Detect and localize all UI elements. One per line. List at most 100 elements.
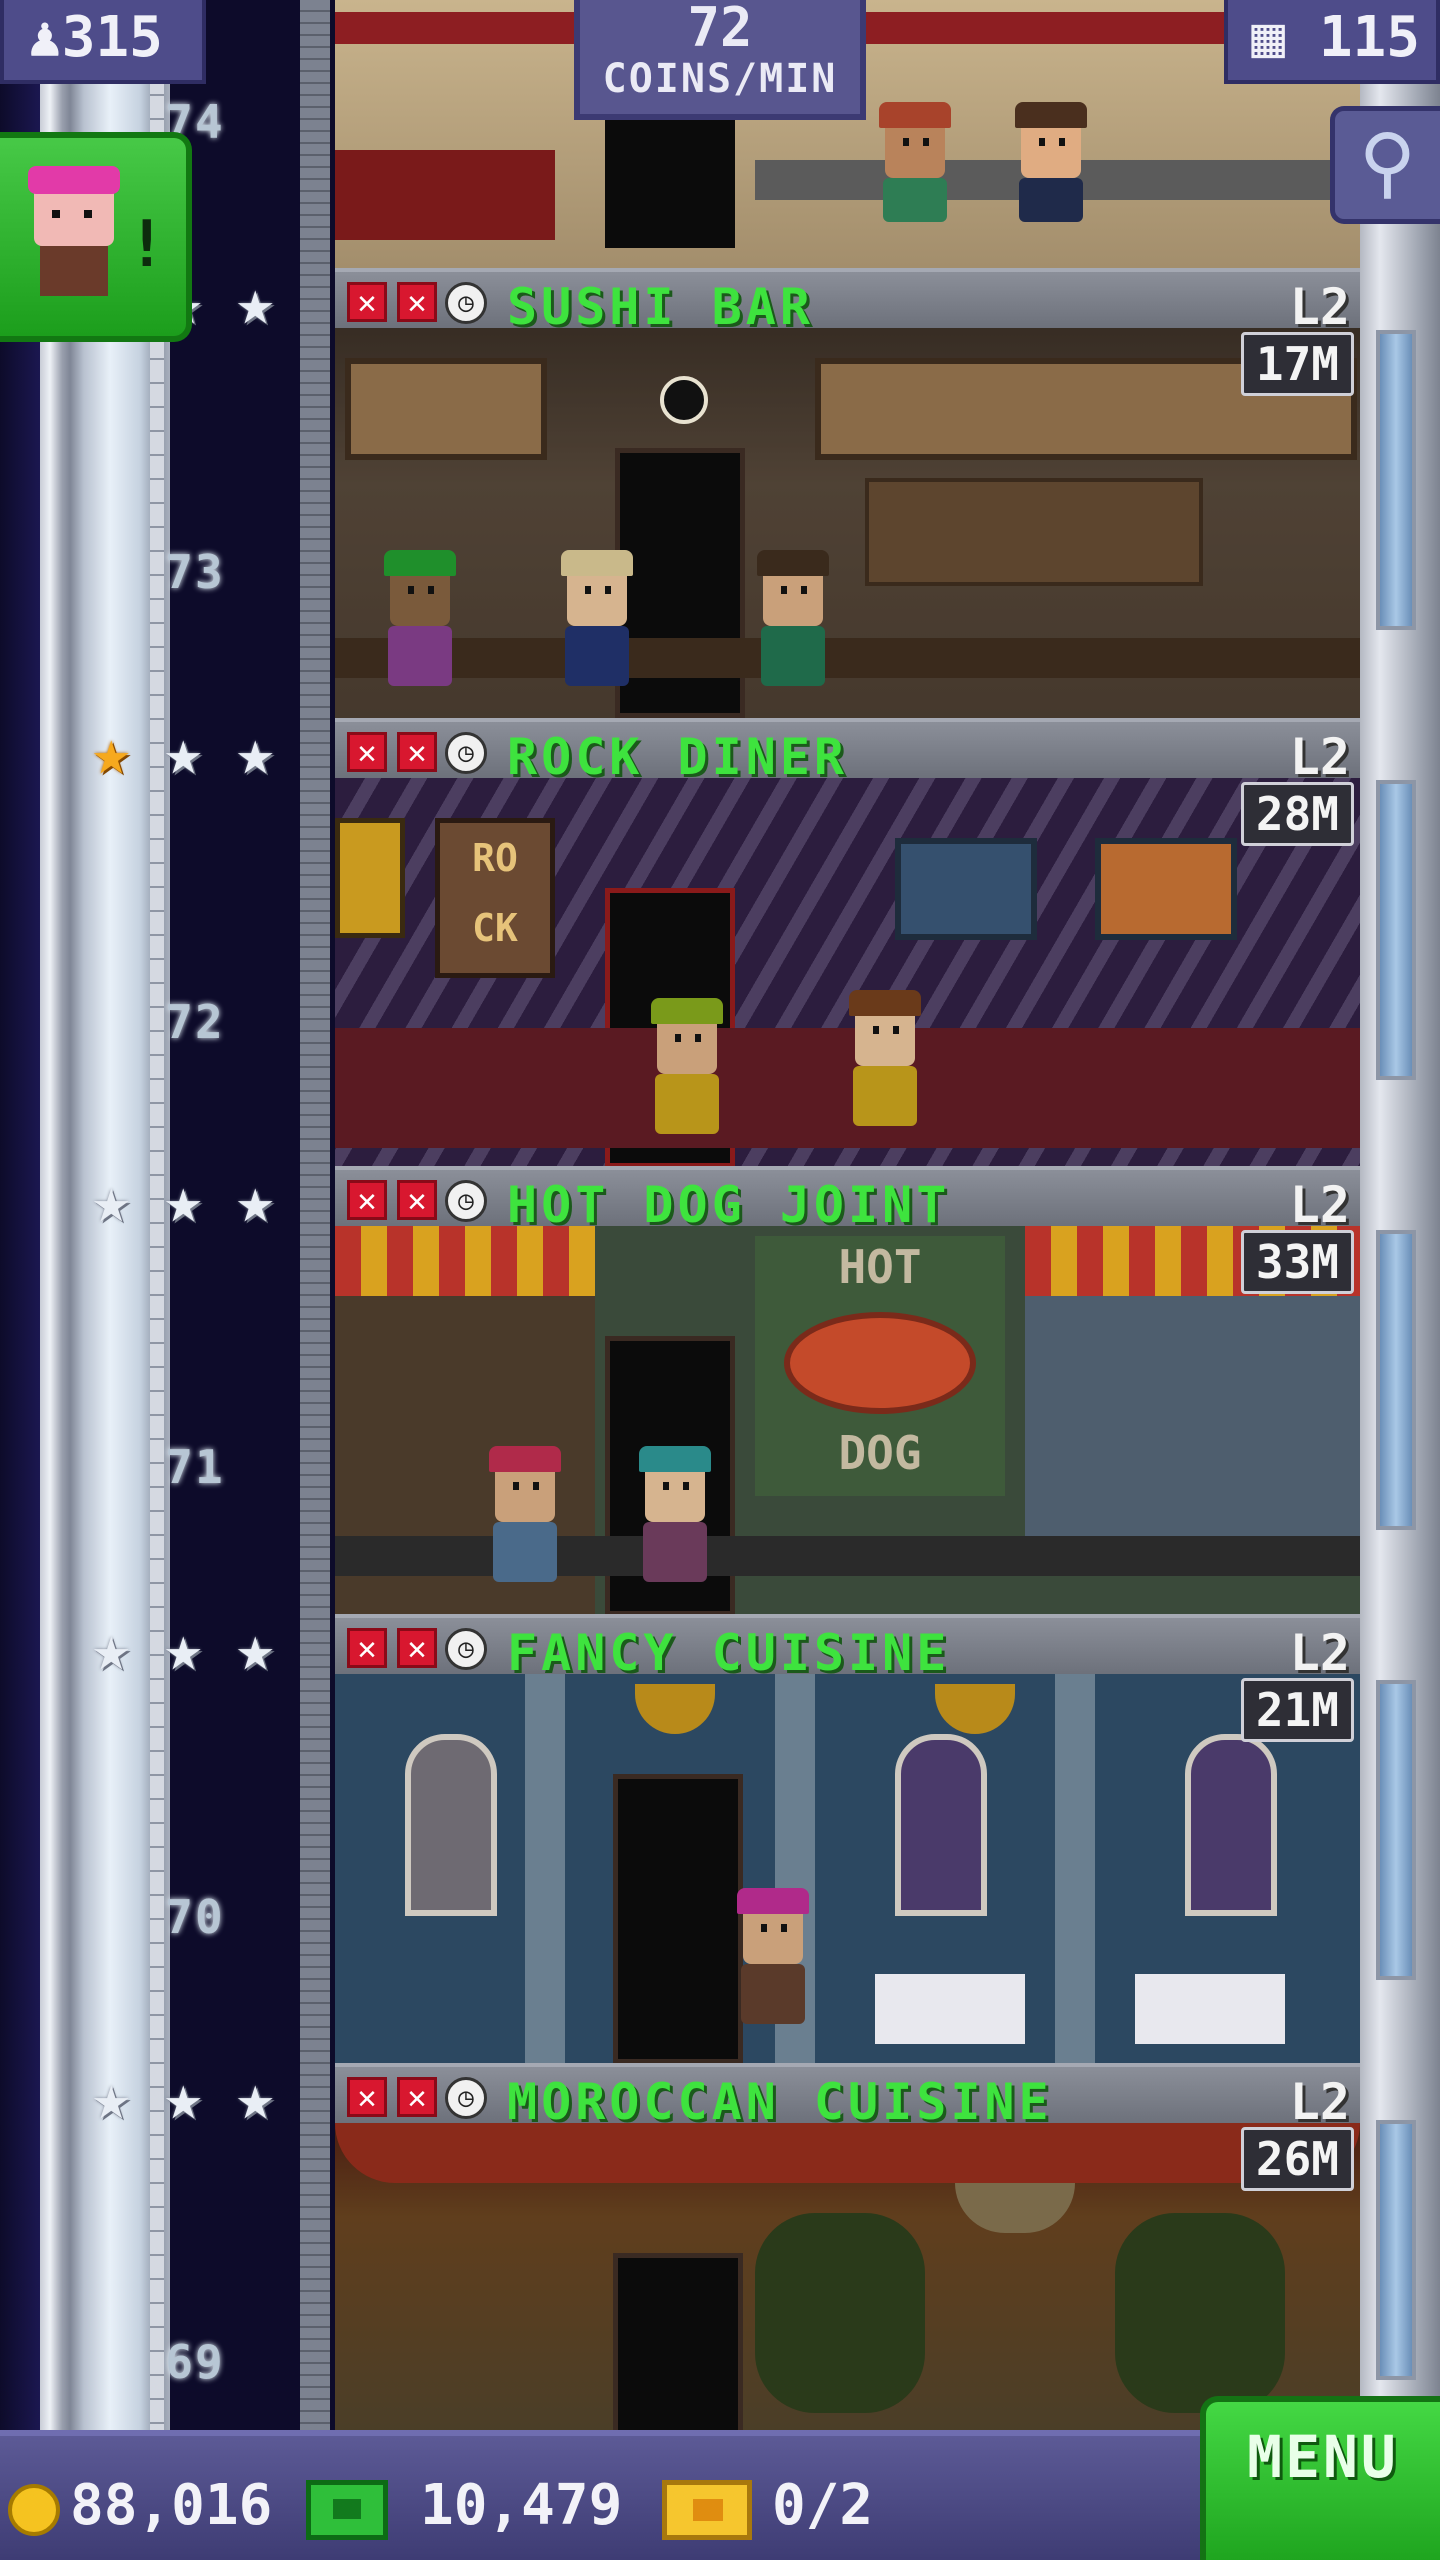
coins-per-min-label: COINS/MIN [602, 56, 838, 102]
clock-icon: ◷ [445, 282, 487, 324]
bux-icon [306, 2480, 388, 2540]
mission-button[interactable]: ! [0, 132, 192, 342]
floor-income: 17M [1240, 332, 1354, 396]
floor-hot-dog-joint[interactable]: ✕ ✕ ◷ HOT DOG JOINT L2 HOT DOG 33M [335, 1166, 1360, 1616]
framed-picture [1095, 838, 1237, 940]
bitizen[interactable] [485, 1446, 565, 1602]
coin-icon [8, 2484, 60, 2536]
star-icon: ★ [236, 266, 275, 340]
no-stock-icon: ✕ [347, 1180, 387, 1220]
doorway [605, 118, 735, 248]
floor-star-rating: ★ ★ ★ [92, 1614, 302, 1684]
hot-dog-plate [784, 1312, 976, 1414]
bitizen[interactable] [845, 990, 925, 1146]
no-stock-icon: ✕ [397, 1628, 437, 1668]
floor-header: ✕ ✕ ◷ MOROCCAN CUISINE L2 [335, 2063, 1360, 2131]
floor-income: 26M [1240, 2127, 1354, 2191]
framed-picture [895, 838, 1037, 940]
exterior-window [1376, 1230, 1416, 1530]
floor-income: 21M [1240, 1678, 1354, 1742]
no-stock-icon: ✕ [397, 282, 437, 322]
floor-scene[interactable]: RO CK [335, 778, 1360, 1168]
no-stock-icon: ✕ [397, 732, 437, 772]
doorway [613, 1774, 743, 2064]
star-icon: ★ [92, 1164, 131, 1238]
tower-view[interactable]: 74 73 72 71 70 69 ★ ★ ★ ✕ ✕ ◷ SUSHI BAR [0, 0, 1440, 2560]
exterior-window [1376, 1680, 1416, 1980]
hot-dog-sign-bottom: DOG [838, 1426, 922, 1480]
star-icon: ★ [164, 1164, 203, 1238]
clock-icon: ◷ [445, 1628, 487, 1670]
floor-moroccan-cuisine[interactable]: ✕ ✕ ◷ MOROCCAN CUISINE L2 26M [335, 2063, 1360, 2440]
dining-table [875, 1974, 1025, 2044]
bitizen[interactable] [380, 550, 460, 706]
floor-star-rating: ★ ★ ★ [92, 1166, 302, 1236]
palm-plant [1115, 2213, 1285, 2413]
bitizen[interactable] [753, 550, 833, 706]
floor-number: 71 [165, 1440, 225, 1494]
floor-star-rating: ★ ★ ★ [92, 2063, 302, 2133]
floor-header: ✕ ✕ ◷ ROCK DINER L2 [335, 718, 1360, 786]
star-icon: ★ [236, 2061, 275, 2135]
window-view [1025, 1296, 1360, 1546]
bitizen[interactable] [635, 1446, 715, 1602]
floor-count[interactable]: ▦ 115 [1224, 0, 1440, 84]
no-stock-icon: ✕ [397, 1180, 437, 1220]
palm-plant [755, 2213, 925, 2413]
bux-value[interactable]: 10,479 [420, 2476, 622, 2536]
vip-ticket-icon [662, 2480, 752, 2540]
building-icon: ▦ [1251, 5, 1286, 70]
bitizen[interactable] [647, 998, 727, 1154]
clock-icon: ◷ [445, 1180, 487, 1222]
floor-sushi-bar[interactable]: ✕ ✕ ◷ SUSHI BAR L2 17M [335, 268, 1360, 718]
drapery [335, 2123, 1360, 2183]
person-icon: ♟ [28, 5, 62, 70]
hot-dog-sign-top: HOT [838, 1240, 922, 1294]
arched-window [895, 1734, 987, 1916]
floor-scene[interactable] [335, 328, 1360, 718]
floor-scene[interactable]: HOT DOG [335, 1226, 1360, 1616]
sushi-counter [335, 638, 1360, 678]
star-icon: ★ [236, 1164, 275, 1238]
floor-scene[interactable] [335, 1674, 1360, 2064]
booth [335, 150, 555, 240]
rock-sign: RO CK [435, 818, 555, 978]
no-stock-icon: ✕ [397, 2077, 437, 2117]
floor-rock-diner[interactable]: ✕ ✕ ◷ ROCK DINER L2 RO CK 28M [335, 718, 1360, 1168]
no-stock-icon: ✕ [347, 2077, 387, 2117]
tickets-value[interactable]: 0/2 [772, 2476, 873, 2536]
coins-per-min-panel[interactable]: 72 COINS/MIN [574, 0, 866, 120]
floor-fancy-cuisine[interactable]: ✕ ✕ ◷ FANCY CUISINE L2 21M [335, 1614, 1360, 2064]
mission-alert: ! [127, 208, 166, 282]
floor-header: ✕ ✕ ◷ SUSHI BAR L2 [335, 268, 1360, 336]
no-stock-icon: ✕ [347, 1628, 387, 1668]
star-icon: ★ [92, 2061, 131, 2135]
floor-star-rating: ★ ★ ★ [92, 718, 302, 788]
bitizen[interactable] [733, 1888, 813, 2044]
floor-number: 69 [165, 2335, 225, 2389]
bitizen[interactable] [557, 550, 637, 706]
exterior-window [1376, 330, 1416, 630]
pillar [1055, 1674, 1095, 2064]
bitizen[interactable] [1011, 102, 1091, 258]
population-counter[interactable]: ♟315 [0, 0, 206, 84]
population-value: 315 [61, 5, 163, 70]
arched-window [405, 1734, 497, 1916]
star-icon: ★ [164, 2061, 203, 2135]
building-frame [300, 0, 330, 2440]
bitizen[interactable] [875, 102, 955, 258]
floor-header: ✕ ✕ ◷ FANCY CUISINE L2 [335, 1614, 1360, 1682]
search-button[interactable]: ⚲ [1330, 106, 1440, 224]
magnifier-icon: ⚲ [1358, 118, 1417, 208]
star-icon: ★ [164, 716, 203, 790]
floor-income: 28M [1240, 782, 1354, 846]
floor-scene[interactable] [335, 2123, 1360, 2440]
star-icon: ★ [236, 716, 275, 790]
gold-star-icon: ★ [92, 716, 131, 790]
star-icon: ★ [92, 1612, 131, 1686]
clock-icon: ◷ [445, 2077, 487, 2119]
menu-button[interactable]: MENU [1200, 2396, 1440, 2560]
rock-sign-text: RO [472, 836, 518, 880]
rock-sign-text: CK [472, 906, 518, 950]
coins-value[interactable]: 88,016 [70, 2476, 272, 2536]
